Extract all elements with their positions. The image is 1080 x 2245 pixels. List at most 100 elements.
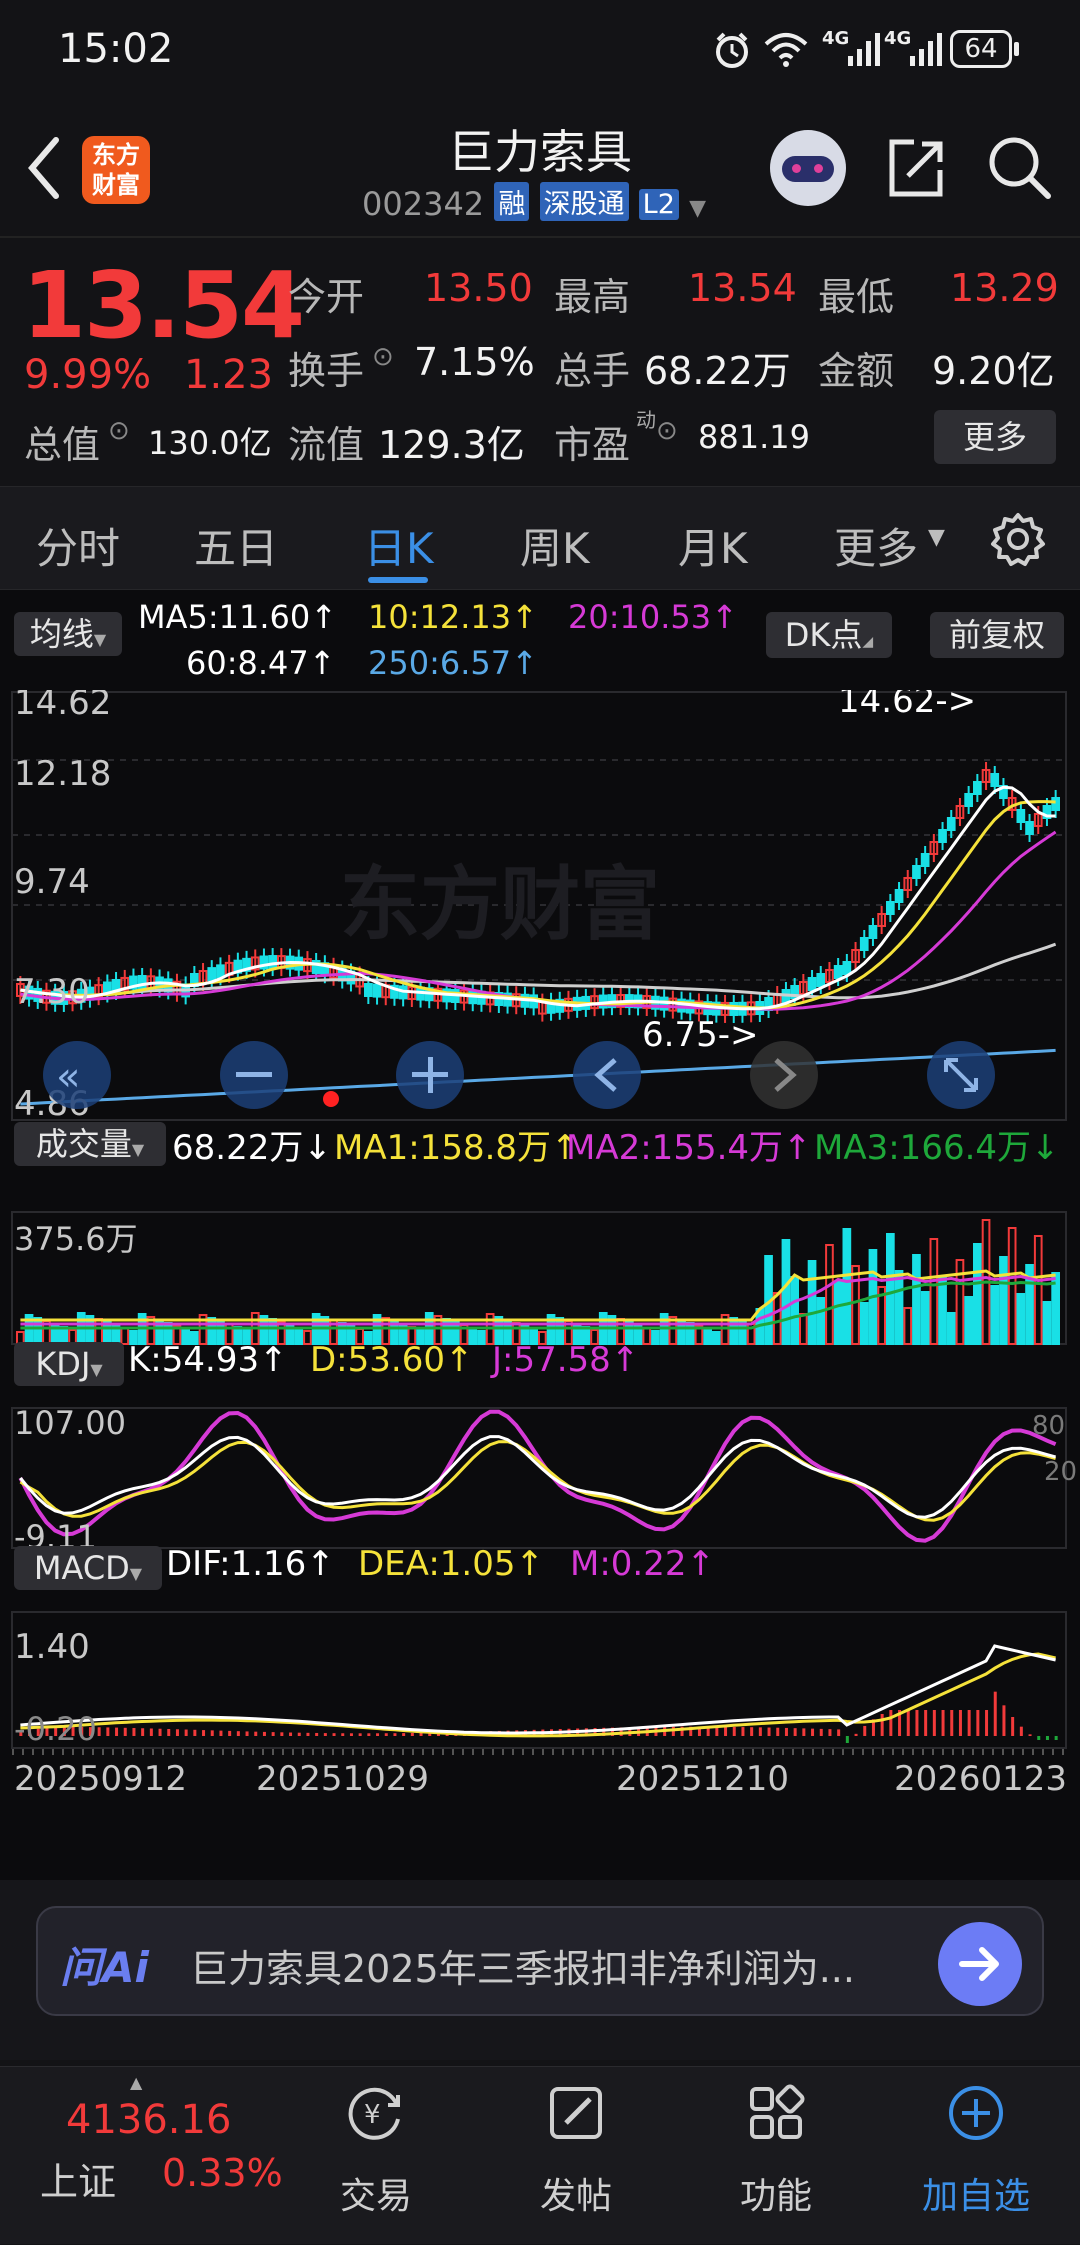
macd-bar (384, 1733, 388, 1736)
search-icon[interactable] (986, 134, 1052, 200)
volume-bar (825, 1244, 834, 1345)
volume-value: 68.22万 (644, 349, 791, 393)
macd-bar (402, 1733, 406, 1736)
candle (964, 793, 973, 807)
index-change: 0.33% (162, 2151, 283, 2195)
macd-bar (393, 1733, 397, 1736)
ai-suggestion-text: 巨力索具2025年三季报扣非净利润为... (190, 1947, 855, 1991)
info-icon-3[interactable]: ⊙ (656, 416, 678, 446)
index-ticker[interactable]: ▲ 4136.16 上证 0.33% (0, 2067, 290, 2245)
volume-ma3: MA3:166.4万↓ (814, 1128, 1060, 1168)
share-icon[interactable] (884, 136, 948, 200)
kdj-k-value: K:54.93↑ (128, 1340, 288, 1380)
corner-icon: ◢ (862, 634, 874, 650)
edit-icon (550, 2087, 602, 2139)
ma250-value: 250:6.57↑ (368, 644, 538, 682)
macd-bar (184, 1729, 188, 1736)
caret-down-icon-macd: ▼ (129, 1564, 143, 1583)
candle (938, 829, 947, 843)
margin-tag: 融 (494, 182, 530, 221)
chevron-down-icon: ▼ (689, 196, 706, 221)
open-value: 13.50 (424, 266, 533, 310)
volume-bar (833, 1281, 843, 1345)
nav-add-watchlist-label: 加自选 (921, 2176, 1030, 2217)
macd-header: MACD▼ DIF:1.16↑ DEA:1.05↑ M:0.22↑ (0, 1544, 1080, 1608)
tab-more[interactable]: 更多 (834, 515, 918, 576)
volume-bar (973, 1243, 982, 1345)
active-tab-indicator (368, 577, 428, 583)
macd-bar (236, 1731, 240, 1736)
kdj-j-value: J:57.58↑ (492, 1340, 640, 1380)
tab-five-day[interactable]: 五日 (194, 515, 278, 576)
info-icon-2[interactable]: ⊙ (108, 416, 130, 446)
change-percent: 9.99% (24, 352, 152, 398)
macd-bar (828, 1729, 832, 1736)
kdj-y-top: 107.00 (14, 1404, 126, 1442)
candle (1016, 809, 1026, 823)
robot-assistant-icon[interactable] (770, 130, 846, 206)
mktcap-value: 130.0亿 (148, 424, 272, 462)
kdj-selector[interactable]: KDJ▼ (14, 1342, 124, 1386)
current-price: 13.54 (22, 252, 305, 359)
gear-icon[interactable] (990, 511, 1046, 567)
candle (920, 853, 930, 867)
volume-selector[interactable]: 成交量▼ (14, 1122, 166, 1166)
ai-input-box[interactable]: 问Ai 巨力索具2025年三季报扣非净利润为... (36, 1906, 1044, 2016)
tab-monthly-k[interactable]: 月K (678, 515, 748, 576)
battery-level: 64 (964, 34, 998, 64)
macd-bar (358, 1733, 362, 1736)
macd-bar (976, 1710, 980, 1736)
app-logo[interactable]: 东方 财富 (82, 136, 150, 204)
float-value: 129.3亿 (378, 423, 525, 467)
tab-intraday[interactable]: 分时 (36, 515, 120, 576)
change-amount: 1.23 (184, 352, 274, 398)
macd-dif-value: DIF:1.16↑ (166, 1544, 335, 1584)
macd-bar (958, 1710, 962, 1736)
macd-selector[interactable]: MACD▼ (14, 1546, 162, 1590)
kdj-d-value: D:53.60↑ (310, 1340, 474, 1380)
tab-weekly-k[interactable]: 周K (520, 515, 590, 576)
kline-chart-area[interactable]: 均线▼ MA5:11.60↑ 10:12.13↑ 20:10.53↑ 60:8.… (0, 590, 1080, 1890)
back-icon[interactable] (24, 136, 64, 200)
macd-bar (419, 1732, 423, 1736)
ma-selector[interactable]: 均线▼ (14, 612, 122, 656)
tab-daily-k[interactable]: 日K (364, 515, 434, 576)
macd-m-value: M:0.22↑ (570, 1544, 715, 1584)
volume-bar (886, 1233, 895, 1345)
volume-bar (1042, 1301, 1052, 1345)
stock-code: 002342 (362, 185, 485, 223)
macd-bar (724, 1726, 728, 1736)
candle (946, 817, 956, 831)
nav-add-watchlist[interactable]: 加自选 (876, 2067, 1076, 2245)
ai-send-button[interactable] (938, 1922, 1022, 2006)
caret-up-icon: ▲ (130, 2073, 143, 2092)
caret-down-icon-ma: ▼ (93, 630, 107, 649)
macd-bar (306, 1732, 310, 1736)
macd-bar (97, 1727, 101, 1736)
macd-bar (210, 1730, 214, 1736)
dk-point-button[interactable]: DK点◢ (766, 612, 892, 658)
adjust-button[interactable]: 前复权 (930, 612, 1064, 658)
caret-down-icon-kdj: ▼ (90, 1360, 103, 1379)
macd-bar (202, 1730, 206, 1736)
info-icon[interactable]: ⊙ (372, 342, 394, 372)
nav-functions[interactable]: 功能 (676, 2067, 876, 2245)
macd-bar (880, 1713, 884, 1736)
volume-bar (929, 1238, 939, 1345)
more-button[interactable]: 更多 (934, 410, 1056, 464)
volume-label: 总手 (554, 349, 631, 393)
ma-selector-label: 均线 (29, 615, 94, 653)
ma60-line (20, 942, 1057, 1000)
candle (990, 773, 1000, 787)
date-label-1: 20250912 (14, 1759, 187, 1799)
macd-bar (323, 1733, 327, 1736)
pe-superscript: 动 (636, 408, 656, 432)
macd-bar (732, 1726, 736, 1736)
logo-line-2: 财富 (92, 171, 140, 199)
nav-trade-label: 交易 (339, 2176, 412, 2217)
stock-code-row[interactable]: 002342 融 深股通 L2 ▼ (362, 182, 706, 223)
volume-bar (851, 1265, 860, 1345)
nav-trade[interactable]: ¥ 交易 (276, 2067, 476, 2245)
macd-bar (254, 1731, 258, 1736)
nav-post[interactable]: 发帖 (476, 2067, 676, 2245)
